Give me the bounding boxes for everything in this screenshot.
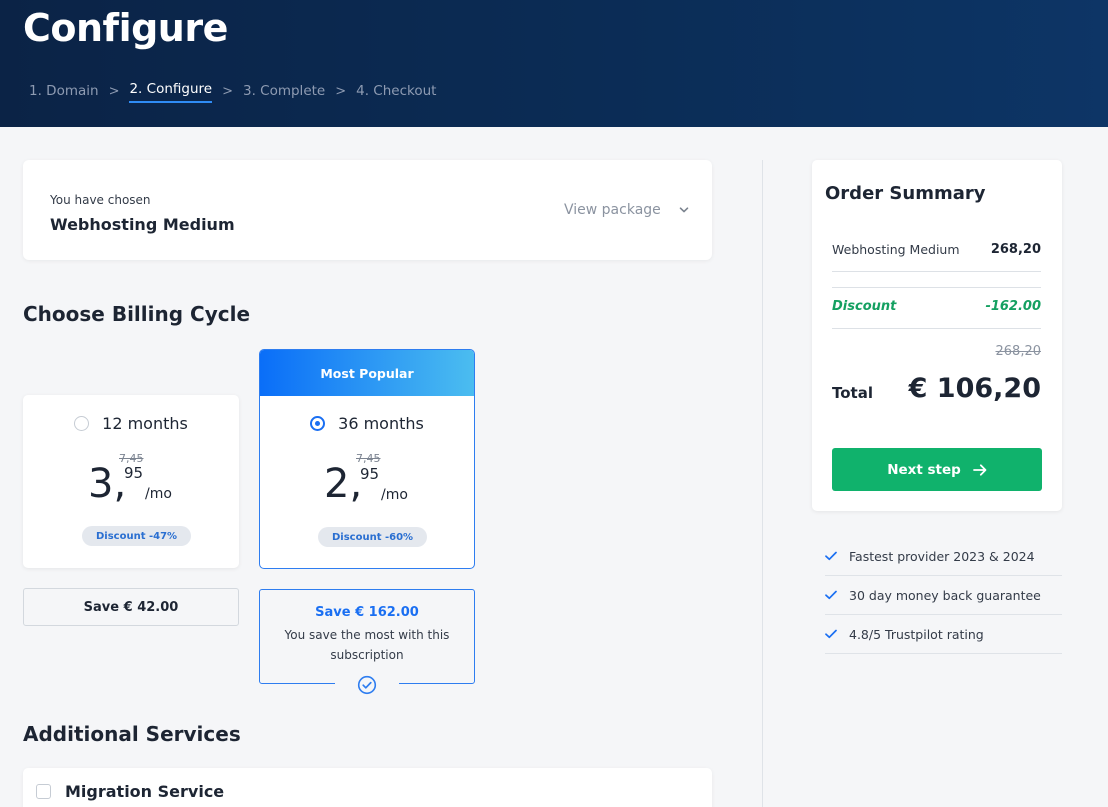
additional-services-title: Additional Services: [23, 722, 241, 746]
summary-item-price: 268,20: [990, 242, 1041, 257]
plan-12-months[interactable]: 12 months 7,45 3, 95 /mo Discount -47%: [23, 395, 239, 568]
checkmark-icon: [825, 629, 837, 639]
chosen-package-name: Webhosting Medium: [50, 215, 235, 234]
order-summary-title: Order Summary: [825, 183, 986, 204]
breadcrumb: 1. Domain > 2. Configure > 3. Complete >…: [29, 81, 436, 103]
most-popular-badge: Most Popular: [260, 350, 474, 396]
check-circle-icon: [357, 675, 377, 695]
chevron-down-icon: [679, 207, 689, 213]
summary-discount-label: Discount: [832, 299, 897, 314]
plan-radio-row[interactable]: 12 months: [23, 414, 239, 433]
price-per-month: /mo: [145, 486, 172, 502]
summary-discount-row: Discount -162.00: [832, 299, 1041, 314]
plan-label: 36 months: [338, 414, 424, 433]
savings-amount: Save € 162.00: [315, 605, 419, 620]
page-title: Configure: [23, 6, 228, 50]
divider: [832, 328, 1041, 329]
summary-total-label: Total: [832, 384, 873, 402]
service-migration[interactable]: Migration Service: [23, 768, 712, 807]
chevron-right-icon: >: [222, 83, 233, 99]
usp-item: Fastest provider 2023 & 2024: [825, 537, 1062, 576]
billing-cycle-title: Choose Billing Cycle: [23, 302, 251, 326]
next-step-button[interactable]: Next step: [832, 448, 1042, 491]
discount-badge: Discount -60%: [318, 527, 428, 547]
savings-36-months: Save € 162.00 You save the most with thi…: [259, 589, 475, 695]
breadcrumb-step-complete[interactable]: 3. Complete: [243, 83, 325, 99]
savings-12-months: Save € 42.00: [23, 588, 239, 626]
summary-original-total: 268,20: [995, 344, 1042, 359]
service-label: Migration Service: [65, 782, 225, 801]
plan-radio-36-months[interactable]: [310, 416, 326, 431]
chevron-right-icon: >: [108, 83, 120, 99]
next-step-label: Next step: [887, 461, 961, 478]
divider: [832, 287, 1041, 288]
breadcrumb-step-checkout[interactable]: 4. Checkout: [356, 83, 436, 99]
summary-total-value: € 106,20: [908, 373, 1041, 404]
chevron-right-icon: >: [335, 83, 347, 99]
plan-label: 12 months: [102, 414, 188, 433]
usp-item: 30 day money back guarantee: [825, 576, 1062, 615]
plan-radio-12-months[interactable]: [74, 416, 90, 431]
breadcrumb-step-domain[interactable]: 1. Domain: [29, 83, 99, 99]
price-cents: 95: [360, 465, 380, 483]
usp-text: 30 day money back guarantee: [849, 587, 1041, 603]
arrow-right-icon: [972, 463, 987, 476]
order-summary-card: Order Summary Webhosting Medium 268,20 D…: [812, 160, 1062, 511]
divider: [832, 271, 1041, 272]
summary-item-name: Webhosting Medium: [832, 242, 960, 257]
discount-badge: Discount -47%: [82, 526, 192, 546]
price-per-month: /mo: [381, 487, 408, 503]
checkmark-icon: [825, 590, 837, 600]
column-divider: [762, 160, 763, 807]
view-package-toggle[interactable]: View package: [564, 202, 689, 218]
savings-amount: Save € 42.00: [83, 599, 179, 615]
summary-discount-value: -162.00: [985, 299, 1041, 314]
view-package-label: View package: [564, 202, 661, 218]
price-main: 3,: [88, 461, 127, 507]
usp-text: 4.8/5 Trustpilot rating: [849, 626, 984, 642]
checkmark-icon: [825, 551, 837, 561]
breadcrumb-step-configure[interactable]: 2. Configure: [129, 81, 212, 103]
chosen-intro: You have chosen: [50, 193, 151, 207]
summary-line-item: Webhosting Medium 268,20: [832, 242, 1041, 257]
price-main: 2,: [324, 461, 363, 507]
price-cents: 95: [124, 464, 144, 482]
page-header: Configure 1. Domain > 2. Configure > 3. …: [0, 0, 1108, 127]
usp-item: 4.8/5 Trustpilot rating: [825, 615, 1062, 654]
plan-radio-row[interactable]: 36 months: [260, 414, 474, 433]
migration-service-checkbox[interactable]: [36, 784, 51, 799]
plan-36-months[interactable]: Most Popular 36 months 7,45 2, 95 /mo Di…: [259, 349, 475, 569]
savings-note: You save the most with this subscription: [284, 628, 450, 662]
usp-text: Fastest provider 2023 & 2024: [849, 548, 1035, 564]
chosen-package-card: You have chosen Webhosting Medium View p…: [23, 160, 712, 260]
